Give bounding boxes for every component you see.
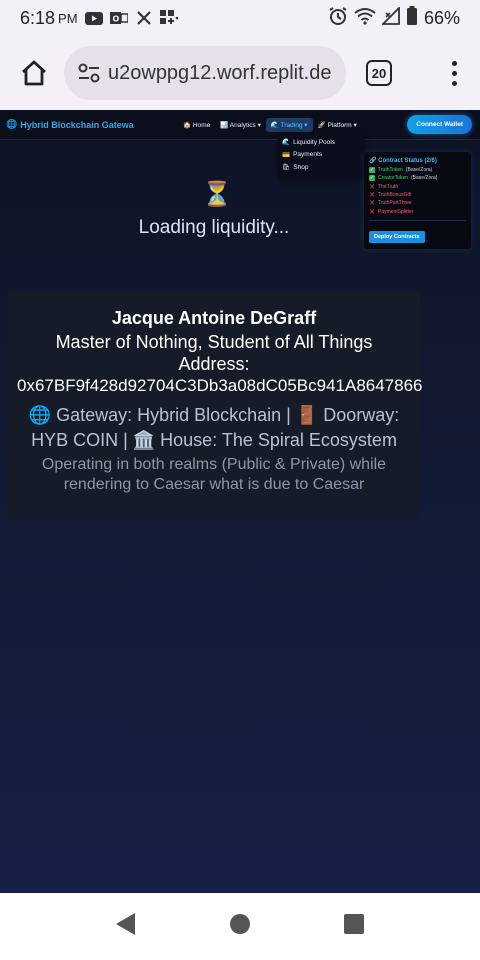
wave-icon: 🌊 <box>282 139 291 147</box>
site-brand[interactable]: 🌐 Hybrid Blockchain Gatewa <box>6 119 174 130</box>
circle-home-icon <box>230 914 250 934</box>
hourglass-icon: ⏳ <box>202 181 232 208</box>
check-icon: ✓ <box>369 175 375 182</box>
browser-menu-button[interactable] <box>442 53 466 93</box>
web-content: 🌐 Hybrid Blockchain Gatewa 🏠 Home 📊 Anal… <box>0 110 480 893</box>
brand-text: Hybrid Blockchain Gatewa <box>20 119 134 130</box>
svg-text:O: O <box>112 15 119 24</box>
x-icon <box>134 10 154 26</box>
battery-icon <box>406 5 418 31</box>
status-bar: 6:18 PM O 66% <box>0 0 480 36</box>
signal-icon <box>380 5 400 30</box>
home-button[interactable] <box>14 53 54 93</box>
youtube-icon <box>84 10 104 26</box>
nav-analytics[interactable]: 📊 Analytics ▾ <box>215 118 266 132</box>
credit-card-icon: 💳 <box>282 151 291 159</box>
link-icon: 🔗 <box>369 158 377 164</box>
cross-icon: ✕ <box>369 183 375 191</box>
rocket-icon: 🚀 <box>317 121 326 129</box>
globe-icon: 🌐 <box>6 119 18 129</box>
browser-toolbar: u2owppg12.worf.replit.de 20 <box>0 36 480 110</box>
address-label: Address: <box>178 354 250 374</box>
wallet-address: 0x67BF9f428d92704C3Db3a08dC05Bc941A86478… <box>17 376 423 395</box>
system-navigation-bar <box>0 893 480 960</box>
contract-row: ✕ TheTruth <box>369 183 399 191</box>
menu-item-payments[interactable]: 💳 Payments <box>282 149 360 162</box>
site-settings-icon[interactable] <box>76 60 102 86</box>
home-icon <box>22 60 46 86</box>
house-icon: 🏠 <box>183 121 192 129</box>
back-icon <box>116 913 135 935</box>
loading-text: Loading liquidity... <box>138 217 290 238</box>
recents-icon <box>344 914 364 934</box>
nav-trading[interactable]: 🌊 Trading ▾ <box>265 117 313 132</box>
address-bar[interactable]: u2owppg12.worf.replit.de <box>64 46 346 100</box>
contract-status-title: 🔗 Contract Status (2/6) <box>369 158 437 164</box>
connect-wallet-button[interactable]: Connect Wallet <box>407 115 472 134</box>
notification-icons: O <box>84 10 179 26</box>
contract-row: ✕ PaymentSplitter <box>369 208 414 216</box>
wifi-icon <box>354 7 376 30</box>
cross-icon: ✕ <box>369 200 375 208</box>
nav-links: 🏠 Home 📊 Analytics ▾ 🌊 Trading ▾ 🚀 Platf… <box>178 117 362 132</box>
menu-item-liquidity-pools[interactable]: 🌊 Liquidity Pools <box>282 136 360 149</box>
chart-icon: 📊 <box>220 121 229 129</box>
url-text[interactable]: u2owppg12.worf.replit.de <box>108 62 331 85</box>
trading-dropdown-menu: 🌊 Liquidity Pools 💳 Payments 🛍 Shop <box>278 132 364 178</box>
contract-row: ✕ TruthBonusGift <box>369 192 412 200</box>
shopping-bag-icon: 🛍 <box>282 164 291 172</box>
nav-platform[interactable]: 🚀 Platform ▾ <box>313 118 362 132</box>
cross-icon: ✕ <box>369 208 375 216</box>
profile-description: Operating in both realms (Public & Priva… <box>41 456 387 493</box>
home-nav-button[interactable] <box>229 913 251 940</box>
clock-ampm: PM <box>58 10 78 26</box>
alarm-icon <box>328 6 348 31</box>
nav-home[interactable]: 🏠 Home <box>178 118 215 132</box>
gateway-info: 🌐 Gateway: Hybrid Blockchain | 🚪 Doorway… <box>28 405 400 450</box>
site-navbar: 🌐 Hybrid Blockchain Gatewa 🏠 Home 📊 Anal… <box>0 110 480 140</box>
menu-item-shop[interactable]: 🛍 Shop <box>282 161 360 174</box>
wave-icon: 🌊 <box>270 121 279 129</box>
back-button[interactable] <box>115 912 137 941</box>
recents-button[interactable] <box>343 913 365 940</box>
battery-percent: 66% <box>423 7 460 28</box>
tab-switcher-button[interactable]: 20 <box>366 60 392 86</box>
check-icon: ✓ <box>369 167 375 174</box>
outlook-icon: O <box>109 10 129 26</box>
cross-icon: ✕ <box>369 192 375 200</box>
clock: 6:18 <box>20 7 56 28</box>
profile-role: Master of Nothing, Student of All Things <box>55 332 373 352</box>
contract-row: ✓ TruthToken (Base/Zora) <box>369 167 433 174</box>
profile-name: Jacque Antoine DeGraff <box>111 308 317 328</box>
contract-row: ✓ CreatorToken (Base/Zora) <box>369 175 438 182</box>
apps-icon <box>159 10 179 26</box>
profile-card: Jacque Antoine DeGraff Master of Nothing… <box>8 291 423 518</box>
contract-row: ✕ TruthPartThree <box>369 200 412 208</box>
